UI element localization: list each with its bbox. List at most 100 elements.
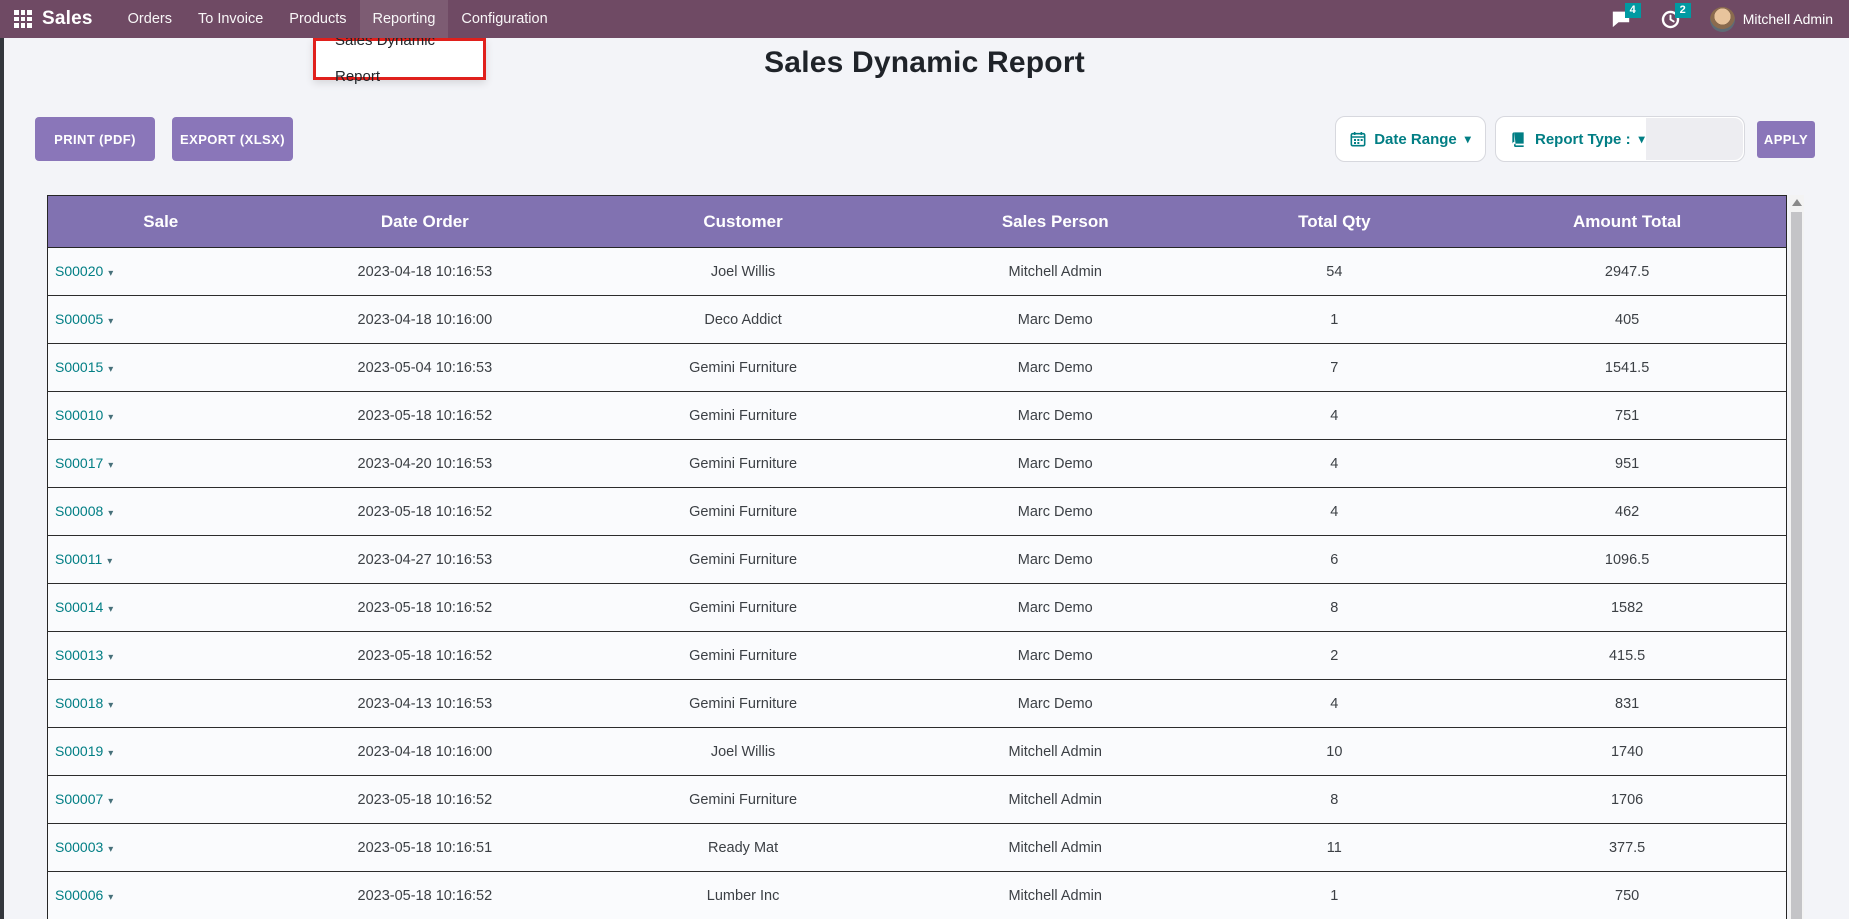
cell-sales-person: Mitchell Admin (910, 248, 1200, 296)
cell-sale: S00015▾ (48, 344, 274, 392)
cell-sale: S00011▾ (48, 536, 274, 584)
column-header-total-qty[interactable]: Total Qty (1200, 196, 1468, 248)
caret-down-icon: ▾ (1639, 132, 1645, 146)
table-row: S00011▾ 2023-04-27 10:16:53 Gemini Furni… (48, 536, 1787, 584)
date-range-filter[interactable]: Date Range ▾ (1335, 116, 1486, 162)
cell-amount-total: 377.5 (1468, 824, 1786, 872)
table-scrollbar[interactable] (1789, 195, 1804, 919)
report-type-filter[interactable]: Report Type : ▾ (1495, 116, 1745, 162)
cell-amount-total: 415.5 (1468, 632, 1786, 680)
column-header-customer[interactable]: Customer (576, 196, 910, 248)
table-row: S00013▾ 2023-05-18 10:16:52 Gemini Furni… (48, 632, 1787, 680)
column-header-sale[interactable]: Sale (48, 196, 274, 248)
sale-order-link[interactable]: S00011▾ (55, 551, 112, 567)
nav-item-to-invoice[interactable]: To Invoice (185, 0, 276, 38)
cell-sales-person: Marc Demo (910, 392, 1200, 440)
caret-down-icon: ▾ (108, 892, 113, 903)
date-range-label: Date Range (1374, 131, 1457, 148)
nav-item-configuration[interactable]: Configuration (448, 0, 560, 38)
sale-order-link[interactable]: S00003▾ (55, 839, 113, 855)
table-row: S00003▾ 2023-05-18 10:16:51 Ready Mat Mi… (48, 824, 1787, 872)
cell-total-qty: 1 (1200, 296, 1468, 344)
sale-order-link[interactable]: S00014▾ (55, 599, 113, 615)
activities-button[interactable]: 2 (1660, 8, 1682, 30)
caret-down-icon: ▾ (108, 796, 113, 807)
cell-sales-person: Mitchell Admin (910, 824, 1200, 872)
apply-button[interactable]: APPLY (1757, 121, 1815, 158)
cell-date-order: 2023-05-18 10:16:52 (274, 776, 577, 824)
app-brand[interactable]: Sales (42, 8, 93, 30)
cell-total-qty: 8 (1200, 776, 1468, 824)
cell-amount-total: 2947.5 (1468, 248, 1786, 296)
cell-total-qty: 4 (1200, 488, 1468, 536)
caret-down-icon: ▾ (108, 604, 113, 615)
cell-sales-person: Marc Demo (910, 632, 1200, 680)
table-header-row: SaleDate OrderCustomerSales PersonTotal … (48, 196, 1787, 248)
sale-order-link[interactable]: S00008▾ (55, 503, 113, 519)
export-xlsx-button[interactable]: EXPORT (XLSX) (172, 117, 293, 161)
nav-item-products[interactable]: Products (276, 0, 359, 38)
cell-customer: Gemini Furniture (576, 680, 910, 728)
sale-order-link[interactable]: S00019▾ (55, 743, 113, 759)
table-row: S00015▾ 2023-05-04 10:16:53 Gemini Furni… (48, 344, 1787, 392)
cell-customer: Joel Willis (576, 248, 910, 296)
cell-amount-total: 1541.5 (1468, 344, 1786, 392)
column-header-amount-total[interactable]: Amount Total (1468, 196, 1786, 248)
cell-customer: Gemini Furniture (576, 536, 910, 584)
table-row: S00020▾ 2023-04-18 10:16:53 Joel Willis … (48, 248, 1787, 296)
sale-order-link[interactable]: S00006▾ (55, 887, 113, 903)
cell-customer: Lumber Inc (576, 872, 910, 919)
apps-grid-icon[interactable] (14, 10, 32, 28)
navbar-right: 4 2 Mitchell Admin (1610, 7, 1849, 32)
cell-date-order: 2023-04-13 10:16:53 (274, 680, 577, 728)
nav-item-orders[interactable]: Orders (115, 0, 185, 38)
cell-date-order: 2023-05-18 10:16:52 (274, 392, 577, 440)
cell-date-order: 2023-04-18 10:16:00 (274, 296, 577, 344)
cell-date-order: 2023-05-18 10:16:51 (274, 824, 577, 872)
activities-badge: 2 (1675, 3, 1691, 18)
cell-sales-person: Marc Demo (910, 680, 1200, 728)
report-table-container: SaleDate OrderCustomerSales PersonTotal … (47, 195, 1787, 919)
cell-amount-total: 462 (1468, 488, 1786, 536)
cell-amount-total: 1096.5 (1468, 536, 1786, 584)
sale-order-link[interactable]: S00013▾ (55, 647, 113, 663)
top-navbar: Sales OrdersTo InvoiceProductsReportingC… (0, 0, 1849, 38)
sale-order-link[interactable]: S00010▾ (55, 407, 113, 423)
messages-button[interactable]: 4 (1610, 8, 1632, 30)
report-type-label: Report Type : (1535, 131, 1631, 148)
caret-down-icon: ▾ (108, 700, 113, 711)
sale-order-link[interactable]: S00015▾ (55, 359, 113, 375)
cell-date-order: 2023-04-20 10:16:53 (274, 440, 577, 488)
cell-date-order: 2023-05-18 10:16:52 (274, 872, 577, 919)
cell-total-qty: 6 (1200, 536, 1468, 584)
table-row: S00007▾ 2023-05-18 10:16:52 Gemini Furni… (48, 776, 1787, 824)
sale-order-link[interactable]: S00018▾ (55, 695, 113, 711)
cell-amount-total: 1740 (1468, 728, 1786, 776)
sale-order-link[interactable]: S00007▾ (55, 791, 113, 807)
caret-down-icon: ▾ (108, 460, 113, 471)
cell-total-qty: 10 (1200, 728, 1468, 776)
scrollbar-thumb[interactable] (1791, 212, 1802, 919)
table-row: S00010▾ 2023-05-18 10:16:52 Gemini Furni… (48, 392, 1787, 440)
sale-order-link[interactable]: S00017▾ (55, 455, 113, 471)
user-menu[interactable]: Mitchell Admin (1710, 7, 1833, 32)
cell-customer: Gemini Furniture (576, 392, 910, 440)
column-header-date-order[interactable]: Date Order (274, 196, 577, 248)
cell-sale: S00008▾ (48, 488, 274, 536)
scroll-up-arrow-icon[interactable] (1792, 199, 1802, 206)
cell-sales-person: Marc Demo (910, 584, 1200, 632)
cell-sales-person: Marc Demo (910, 488, 1200, 536)
caret-down-icon: ▾ (108, 508, 113, 519)
cell-sales-person: Marc Demo (910, 296, 1200, 344)
reporting-dropdown-menu: Sales Dynamic Report (313, 38, 486, 80)
calendar-icon (1350, 131, 1366, 147)
cell-amount-total: 1706 (1468, 776, 1786, 824)
nav-menu: OrdersTo InvoiceProductsReportingConfigu… (115, 0, 561, 38)
sale-order-link[interactable]: S00020▾ (55, 263, 113, 279)
cell-customer: Joel Willis (576, 728, 910, 776)
nav-item-reporting[interactable]: Reporting (360, 0, 449, 38)
column-header-sales-person[interactable]: Sales Person (910, 196, 1200, 248)
report-type-select[interactable] (1646, 118, 1743, 160)
sale-order-link[interactable]: S00005▾ (55, 311, 113, 327)
print-pdf-button[interactable]: PRINT (PDF) (35, 117, 155, 161)
